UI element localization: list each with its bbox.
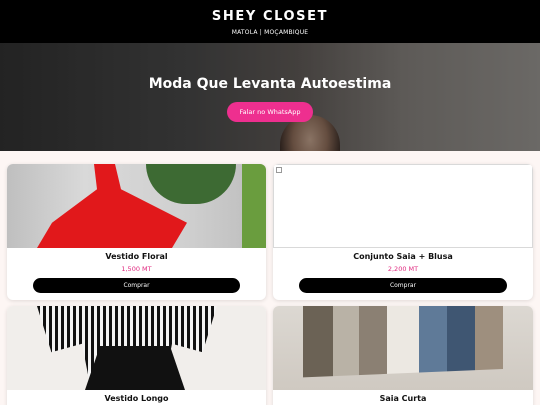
product-image-broken[interactable] [273, 164, 533, 248]
hero-banner: Moda Que Levanta Autoestima Falar no Wha… [0, 43, 540, 151]
product-image[interactable] [7, 164, 266, 248]
product-image[interactable] [273, 306, 533, 390]
broken-image-icon [276, 167, 282, 173]
product-name: Conjunto Saia + Blusa [353, 252, 453, 261]
product-image[interactable] [7, 306, 266, 390]
product-card: Vestido Longo [7, 306, 266, 405]
store-location: MATOLA | MOÇAMBIQUE [231, 29, 309, 36]
whatsapp-button[interactable]: Falar no WhatsApp [227, 102, 313, 122]
product-name: Vestido Longo [104, 394, 169, 403]
product-name: Vestido Floral [105, 252, 168, 261]
product-name: Saia Curta [379, 394, 427, 403]
buy-button[interactable]: Comprar [299, 278, 507, 293]
product-card: Vestido Floral 1,500 MT Comprar [7, 164, 266, 300]
product-price: 2,200 MT [387, 265, 419, 273]
brand-title[interactable]: SHEY CLOSET [0, 0, 540, 24]
product-card: Saia Curta [273, 306, 533, 405]
product-price: 1,500 MT [121, 265, 152, 273]
product-card: Conjunto Saia + Blusa 2,200 MT Comprar [273, 164, 533, 300]
hero-overlay [0, 43, 540, 151]
buy-button[interactable]: Comprar [33, 278, 240, 293]
hero-title: Moda Que Levanta Autoestima [148, 76, 392, 92]
site-header: SHEY CLOSET MATOLA | MOÇAMBIQUE [0, 0, 540, 43]
